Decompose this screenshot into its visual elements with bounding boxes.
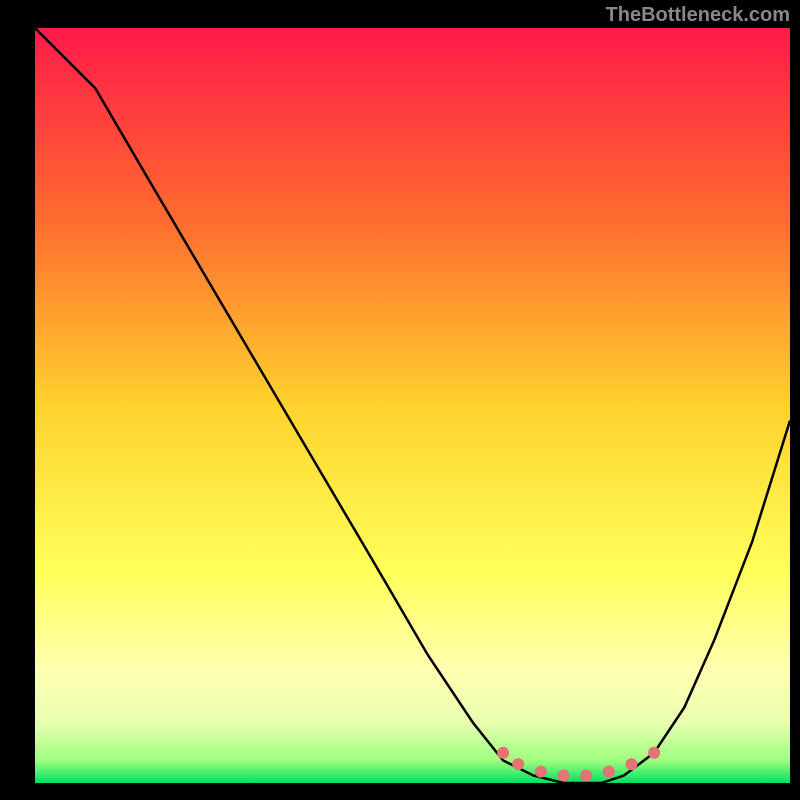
plot-background <box>35 28 790 783</box>
optimal-dot <box>512 758 524 770</box>
optimal-dot <box>603 766 615 778</box>
optimal-dot <box>625 758 637 770</box>
bottleneck-chart: TheBottleneck.com <box>0 0 800 800</box>
optimal-dot <box>558 769 570 781</box>
chart-svg <box>0 0 800 800</box>
optimal-dot <box>580 769 592 781</box>
optimal-dot <box>648 747 660 759</box>
optimal-dot <box>535 766 547 778</box>
attribution-label: TheBottleneck.com <box>606 4 790 27</box>
optimal-dot <box>497 747 509 759</box>
